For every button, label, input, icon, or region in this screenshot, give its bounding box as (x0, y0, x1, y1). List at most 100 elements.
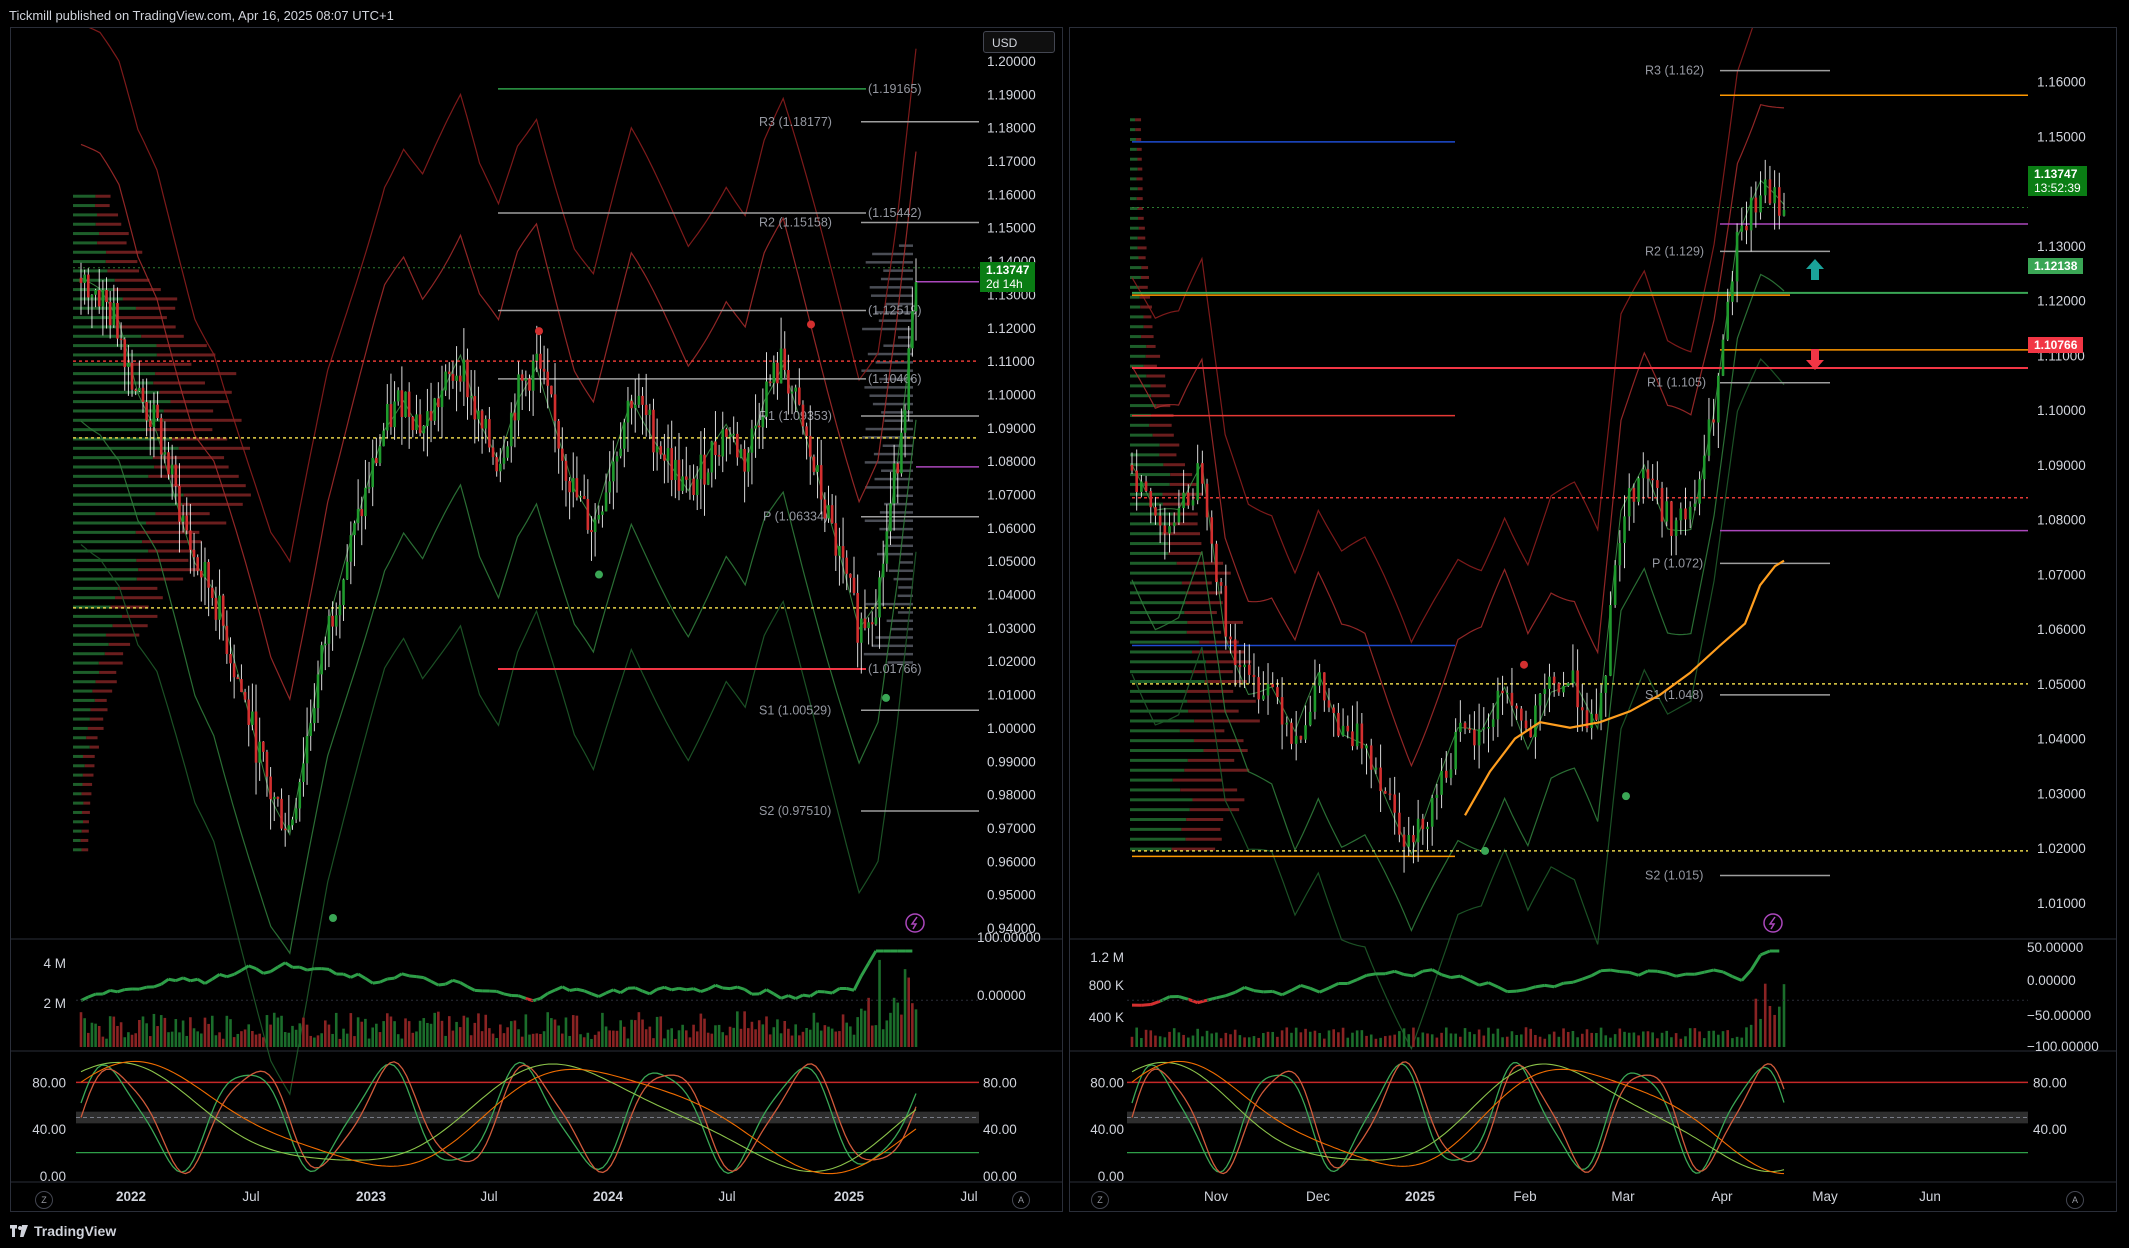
right-vp-bar-down (1186, 630, 1222, 634)
right-vp-bar-up (1130, 689, 1186, 693)
left-candle-body (214, 597, 218, 620)
left-vp-bar-up (73, 540, 143, 544)
right-candle-body (1566, 683, 1570, 686)
left-candle-body (294, 808, 298, 820)
left-candle-body (440, 390, 444, 408)
right-volume-bar (1388, 1035, 1392, 1047)
left-chart-svg[interactable]: 1.20000 1.19000 1.18000 1.17000 1.16000 1.150… (11, 28, 1062, 1211)
left-volume-bar (637, 1012, 641, 1047)
left-momentum-line (758, 988, 768, 996)
right-candle-body (1140, 481, 1143, 492)
right-candle-body (1402, 834, 1406, 847)
right-vp-bar-up (1130, 620, 1188, 624)
left-vp-bar-down (99, 232, 129, 236)
right-vp-bar-up (1130, 571, 1192, 575)
left-candle-body (174, 464, 178, 486)
left-volume-bar (870, 1025, 874, 1047)
left-candle-body (765, 381, 768, 417)
right-candle-body (1412, 835, 1415, 843)
left-volume-bar (852, 1034, 856, 1047)
right-vp-bar-up (1130, 768, 1185, 772)
left-candle-body (167, 452, 170, 475)
left-vp-bar-up (73, 306, 136, 310)
left-vp-bar-down (172, 484, 246, 488)
left-candle-body (670, 448, 673, 481)
right-candle-body (1318, 672, 1321, 686)
right-zoom-out-button[interactable]: Z (1091, 1191, 1109, 1209)
right-volume-bar (1778, 1006, 1781, 1047)
right-chart-panel[interactable]: 1.160001.150001.140001.130001.120001.110… (1069, 27, 2117, 1212)
right-volume-bar (1599, 1027, 1603, 1047)
left-momentum-line (634, 986, 644, 993)
left-volume-bar (207, 1023, 210, 1047)
right-candle-body (1623, 516, 1626, 543)
left-vp-bar-down (84, 764, 95, 768)
left-volume-bar (798, 1035, 801, 1047)
tradingview-brand[interactable]: TradingView (10, 1223, 116, 1239)
left-vp-bar-up (73, 493, 184, 497)
left-auto-scale-button[interactable]: A (1012, 1191, 1030, 1209)
left-candle-body (746, 452, 750, 472)
left-chart-panel[interactable]: 1.20000 1.19000 1.18000 1.17000 1.16000 1.150… (10, 27, 1063, 1212)
left-candle-body (849, 573, 852, 578)
left-volume-bar (914, 1009, 918, 1047)
left-vp-bar-down (105, 260, 138, 264)
right-candle-body (1670, 501, 1673, 536)
left-momentum-line (809, 990, 819, 998)
left-candle-body (353, 523, 356, 536)
right-candle-body (1693, 503, 1697, 507)
right-vp-bar-up (1130, 325, 1144, 329)
right-vp-bar-up (1130, 827, 1182, 831)
right-candle-body (1154, 507, 1157, 516)
right-chart-svg[interactable]: 1.160001.150001.140001.130001.120001.110… (1070, 28, 2116, 1211)
left-vp-bar-up (73, 381, 154, 385)
right-vp-bar-up (1130, 729, 1180, 733)
right-momentum-line (1516, 988, 1527, 993)
left-vp2-bar (898, 586, 913, 589)
left-zoom-out-button[interactable]: Z (35, 1191, 53, 1209)
left-volume-bar (663, 1038, 666, 1047)
left-candle-body (870, 622, 874, 625)
left-price-tag: 1.13747 2d 14h (980, 262, 1036, 292)
left-candle-body (243, 692, 247, 700)
left-momentum-line (736, 985, 746, 991)
right-candle-body (1599, 692, 1603, 720)
left-candle-body (203, 561, 207, 578)
right-vp-bar-up (1130, 226, 1139, 230)
left-candle-body (462, 359, 466, 382)
left-volume-bar (827, 1026, 830, 1047)
left-volume-bar (192, 1028, 196, 1047)
left-vp-bar-down (94, 698, 107, 702)
left-volume-bar (867, 997, 870, 1047)
right-volume-bar (1257, 1037, 1260, 1047)
left-volume-bar (178, 1032, 181, 1047)
left-candle-body (677, 459, 681, 491)
left-price-tick: 0.95000 (987, 888, 1036, 903)
left-signal-dot (882, 693, 890, 702)
left-candle-body (546, 371, 550, 386)
left-candle-body (418, 414, 422, 434)
left-momentum-line (561, 985, 571, 992)
right-volume-bar (1346, 1037, 1350, 1047)
right-momentum-line (1610, 968, 1621, 974)
right-volume-bar (1712, 1030, 1715, 1047)
left-candle-body (845, 557, 849, 574)
left-flash-icon (905, 913, 925, 933)
right-candle-body (1552, 676, 1556, 684)
right-time-tick: Nov (1204, 1189, 1228, 1204)
left-signal-dot (595, 570, 603, 579)
left-momentum-line (459, 981, 469, 989)
left-volume-bar (440, 1020, 444, 1047)
left-momentum-line (802, 993, 811, 998)
left-candle-body (761, 416, 765, 428)
left-volume-bar (320, 1033, 323, 1047)
right-volume-bar (1524, 1027, 1528, 1047)
left-vp-bar-down (92, 689, 113, 693)
currency-selector[interactable]: USD (983, 31, 1055, 53)
left-vp-bar-down (114, 278, 150, 282)
right-orange-ma (1464, 559, 1785, 816)
right-auto-scale-button[interactable]: A (2066, 1191, 2084, 1209)
right-volume-bar (1383, 1036, 1387, 1047)
left-momentum-line (342, 972, 352, 979)
left-volume-bar (561, 1033, 564, 1047)
